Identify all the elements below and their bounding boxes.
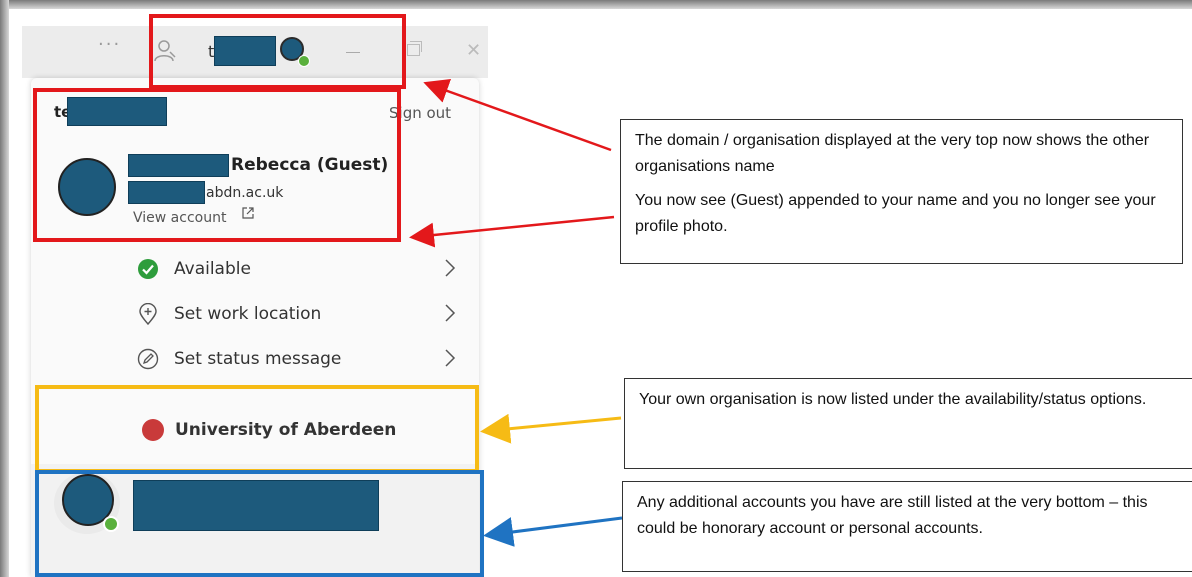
callout-top: The domain / organisation displayed at t…: [620, 119, 1183, 264]
callout-text: Your own organisation is now listed unde…: [639, 391, 1147, 408]
callout-middle: Your own organisation is now listed unde…: [624, 378, 1192, 469]
arrow-to-accounts: [483, 516, 623, 547]
callout-text: The domain / organisation displayed at t…: [635, 132, 1150, 175]
callout-bottom: Any additional accounts you have are sti…: [622, 481, 1192, 572]
callout-text: Any additional accounts you have are sti…: [637, 494, 1148, 537]
arrow-to-own-org: [480, 413, 622, 444]
callout-text: You now see (Guest) appended to your nam…: [635, 192, 1156, 235]
arrow-to-titlebar: [423, 79, 612, 152]
arrow-to-profile-card: [409, 215, 615, 248]
